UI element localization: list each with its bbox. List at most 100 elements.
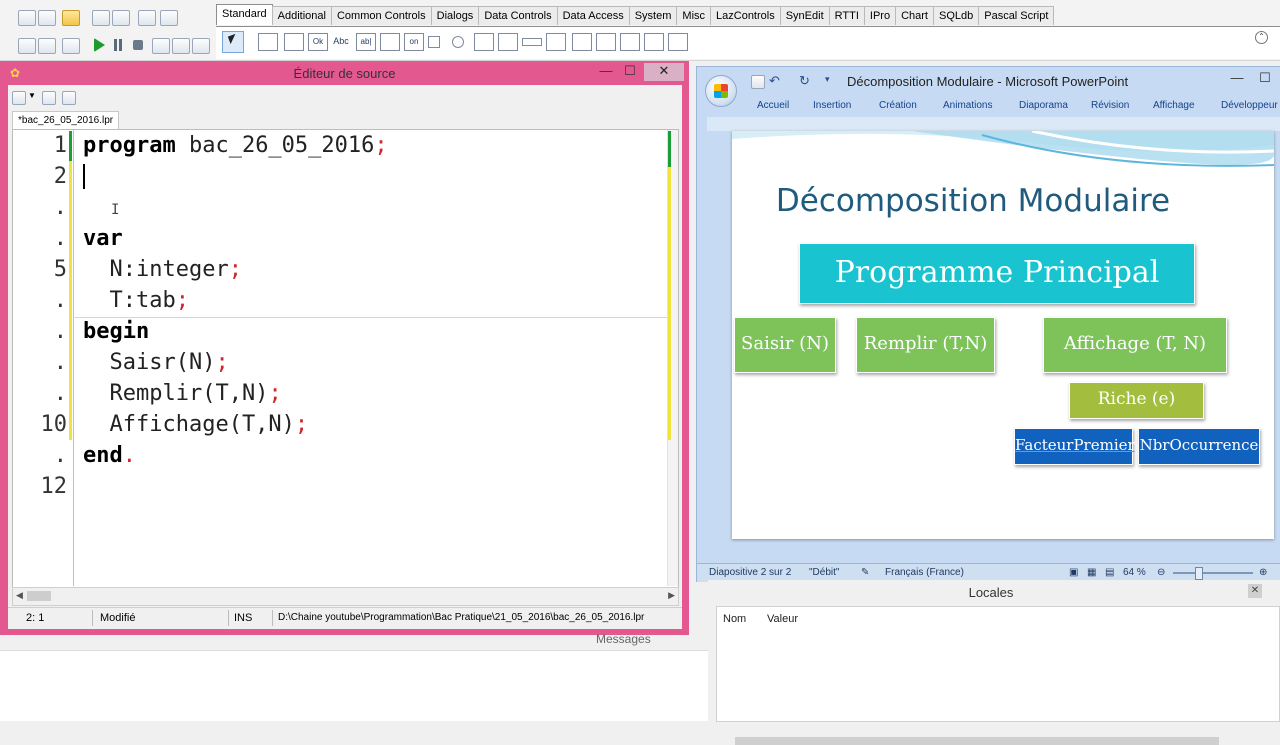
palette-tab[interactable]: Additional — [271, 6, 332, 25]
module-box-remplir[interactable]: Remplir (T,N) — [856, 317, 995, 373]
scrollbar-component-icon[interactable] — [522, 38, 542, 46]
code-editor[interactable]: 1 2 . . 5 . . . . 10 . 12 program bac_26… — [12, 129, 679, 589]
save-all-icon[interactable] — [112, 10, 130, 26]
slide[interactable]: Décomposition Modulaire Programme Princi… — [732, 131, 1274, 539]
spelling-check-icon[interactable]: ✎ — [861, 567, 869, 578]
main-program-box[interactable]: Programme Principal — [799, 243, 1195, 304]
palette-tab[interactable]: Pascal Script — [978, 6, 1055, 25]
memo-component-icon[interactable] — [380, 33, 400, 51]
run-icon[interactable] — [94, 38, 105, 52]
editor-file-tab[interactable]: *bac_26_05_2016.lpr — [12, 111, 120, 130]
palette-tab[interactable]: Common Controls — [330, 6, 432, 25]
palette-tab[interactable]: Chart — [895, 6, 934, 25]
minimize-icon[interactable]: — — [596, 63, 616, 81]
zoom-in-icon[interactable]: ⊕ — [1259, 567, 1267, 578]
normal-view-icon[interactable]: ▣ — [1069, 567, 1078, 578]
ribbon-tab[interactable]: Accueil — [757, 100, 789, 111]
save-icon[interactable] — [751, 75, 765, 89]
main-menu-icon[interactable] — [258, 33, 278, 51]
minimize-icon[interactable]: — — [1229, 70, 1245, 88]
frame-component-icon[interactable] — [644, 33, 664, 51]
step-over-icon[interactable] — [172, 38, 190, 54]
zoom-out-icon[interactable]: ⊖ — [1157, 567, 1165, 578]
zoom-slider-thumb[interactable] — [1195, 567, 1203, 580]
popup-menu-icon[interactable] — [284, 33, 304, 51]
quick-access-menu-icon[interactable]: ▾ — [825, 74, 830, 85]
project-icon[interactable] — [38, 38, 56, 54]
leaf-box-facteur-premier[interactable]: FacteurPremier — [1014, 428, 1135, 465]
slide-sorter-icon[interactable]: ▦ — [1087, 567, 1096, 578]
checkgroup-component-icon[interactable] — [596, 33, 616, 51]
pause-icon[interactable] — [113, 38, 123, 52]
powerpoint-title-bar[interactable]: ↶ ↻ ▾ Décomposition Modulaire - Microsof… — [697, 67, 1280, 107]
jump-forward-icon[interactable] — [62, 91, 76, 105]
ribbon-tab[interactable]: Insertion — [813, 100, 851, 111]
ribbon-tab[interactable]: Animations — [943, 100, 992, 111]
save-icon[interactable] — [92, 10, 110, 26]
open-icon[interactable] — [62, 10, 80, 26]
slide-title[interactable]: Décomposition Modulaire — [732, 183, 1214, 219]
toggle-box-icon[interactable]: on — [404, 33, 424, 51]
scroll-right-icon[interactable]: ▶ — [668, 590, 675, 601]
listbox-component-icon[interactable] — [474, 33, 494, 51]
module-box-affichage[interactable]: Affichage (T, N) — [1043, 317, 1227, 373]
ribbon-tab[interactable]: Révision — [1091, 100, 1129, 111]
view-forms-icon[interactable] — [18, 38, 36, 54]
new-unit-icon[interactable] — [18, 10, 36, 26]
palette-tab[interactable]: Standard — [216, 4, 273, 25]
slideshow-icon[interactable]: ▤ — [1105, 567, 1114, 578]
column-header-value[interactable]: Valeur — [767, 613, 798, 625]
groupbox-component-icon[interactable] — [546, 33, 566, 51]
maximize-icon[interactable]: ☐ — [620, 63, 640, 81]
editor-home-icon[interactable] — [12, 91, 26, 105]
panel-component-icon[interactable] — [620, 33, 640, 51]
ribbon-tab[interactable]: Création — [879, 100, 917, 111]
step-out-icon[interactable] — [192, 38, 210, 54]
language-status[interactable]: Français (France) — [885, 567, 964, 578]
redo-icon[interactable]: ↻ — [799, 73, 810, 89]
view-units-icon[interactable] — [160, 10, 178, 26]
undo-icon[interactable]: ↶ — [769, 73, 780, 89]
palette-tab[interactable]: Dialogs — [430, 6, 480, 25]
palette-scroll-icon[interactable]: ⌃ — [1255, 31, 1268, 44]
zoom-slider[interactable] — [1173, 572, 1253, 574]
selection-arrow-icon[interactable] — [222, 31, 244, 53]
ribbon-tab[interactable]: Diaporama — [1019, 100, 1068, 111]
palette-tab[interactable]: LazControls — [710, 6, 781, 25]
scroll-left-icon[interactable]: ◀ — [16, 590, 23, 601]
locales-grid[interactable]: Nom Valeur — [716, 606, 1280, 745]
palette-tab[interactable]: Data Controls — [478, 6, 558, 25]
button-component-icon[interactable]: Ok — [308, 33, 328, 51]
ribbon-tab[interactable]: Affichage — [1153, 100, 1195, 111]
horizontal-scrollbar[interactable] — [735, 737, 1219, 745]
toggle-form-icon[interactable] — [138, 10, 156, 26]
sub-module-box-riche[interactable]: Riche (e) — [1069, 382, 1204, 419]
palette-tab[interactable]: IPro — [863, 6, 897, 25]
new-form-icon[interactable] — [38, 10, 56, 26]
jump-back-icon[interactable] — [42, 91, 56, 105]
editor-title-bar[interactable]: ✿ Éditeur de source — ☐ ✕ — [0, 61, 689, 85]
palette-tab[interactable]: SynEdit — [779, 6, 830, 25]
leaf-box-nbr-occurrence[interactable]: NbrOccurrence — [1138, 428, 1260, 465]
stop-icon[interactable] — [133, 40, 143, 50]
step-into-icon[interactable] — [152, 38, 170, 54]
edit-component-icon[interactable]: ab| — [356, 33, 376, 51]
palette-tab[interactable]: SQLdb — [932, 6, 980, 25]
palette-tab[interactable]: Misc — [676, 6, 712, 25]
maximize-icon[interactable]: ☐ — [1257, 70, 1273, 88]
palette-tab[interactable]: RTTI — [828, 6, 865, 25]
module-box-saisir[interactable]: Saisir (N) — [734, 317, 836, 373]
radiogroup-component-icon[interactable] — [572, 33, 592, 51]
build-mode-icon[interactable] — [62, 38, 80, 54]
label-component-icon[interactable]: Abc — [332, 33, 350, 49]
palette-tab[interactable]: Data Access — [556, 6, 630, 25]
combobox-component-icon[interactable] — [498, 33, 518, 51]
palette-tab[interactable]: System — [628, 6, 678, 25]
actionlist-component-icon[interactable] — [668, 33, 688, 51]
close-icon[interactable]: ✕ — [1248, 584, 1262, 598]
checkbox-component-icon[interactable] — [428, 36, 440, 48]
chevron-down-icon[interactable]: ▼ — [28, 91, 36, 100]
messages-panel-label[interactable]: Messages — [596, 632, 651, 646]
scrollbar-thumb[interactable] — [27, 591, 51, 601]
horizontal-scrollbar[interactable]: ◀ ▶ — [12, 587, 679, 606]
